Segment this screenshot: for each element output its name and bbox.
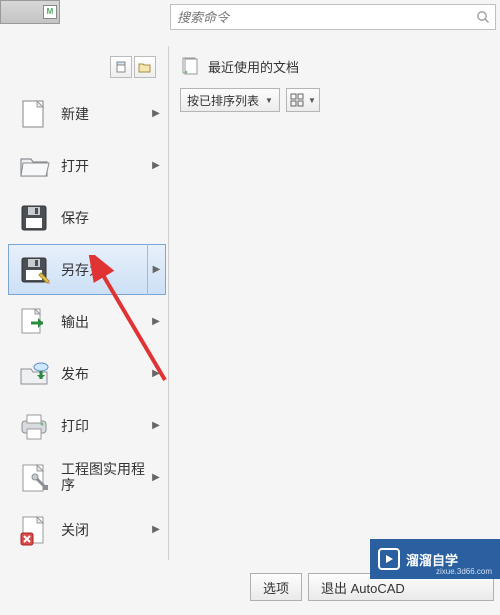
- recent-documents-panel: 最近使用的文档 按已排序列表 ▼ ▼: [180, 56, 494, 112]
- submenu-arrow-icon: [147, 192, 165, 243]
- submenu-arrow-icon: ▶: [147, 88, 165, 139]
- sort-label: 按已排序列表: [187, 92, 259, 109]
- menu-new[interactable]: 新建 ▶: [8, 88, 166, 139]
- save-icon: [15, 199, 53, 237]
- sort-dropdown[interactable]: 按已排序列表 ▼: [180, 88, 280, 112]
- publish-icon: [15, 355, 53, 393]
- m-indicator: M: [43, 5, 57, 19]
- menu-print[interactable]: 打印 ▶: [8, 400, 166, 451]
- menu-label: 工程图实用程序: [61, 462, 147, 493]
- menu-label: 打印: [61, 416, 147, 436]
- submenu-arrow-icon: ▶: [147, 400, 165, 451]
- drawing-utilities-icon: [15, 459, 53, 497]
- menu-label: 关闭: [61, 520, 147, 540]
- grid-view-icon: [290, 93, 304, 107]
- pin-document-button[interactable]: [110, 56, 132, 78]
- menu-label: 另存为: [61, 260, 147, 280]
- watermark-subtitle: zixue.3d66.com: [436, 567, 492, 576]
- watermark-badge: 溜溜自学 zixue.3d66.com: [370, 539, 500, 579]
- view-mode-dropdown[interactable]: ▼: [286, 88, 320, 112]
- watermark-title: 溜溜自学: [406, 550, 458, 569]
- search-input[interactable]: [171, 10, 471, 25]
- menu-label: 输出: [61, 312, 147, 332]
- submenu-arrow-icon: ▶: [147, 140, 165, 191]
- app-menu: 新建 ▶ 打开 ▶ 保存 另存为 ▶ 输出 ▶ 发布 ▶: [8, 88, 166, 556]
- quick-access-icons: [110, 56, 156, 78]
- open-folder-icon: [15, 147, 53, 185]
- save-as-icon: [15, 251, 53, 289]
- panel-divider: [168, 46, 169, 560]
- submenu-arrow-icon: ▶: [147, 452, 165, 503]
- window-titlebar-fragment: M: [0, 0, 60, 24]
- options-label: 选项: [263, 578, 289, 597]
- chevron-down-icon: ▼: [265, 96, 273, 105]
- sort-controls: 按已排序列表 ▼ ▼: [180, 88, 494, 112]
- menu-publish[interactable]: 发布 ▶: [8, 348, 166, 399]
- options-button[interactable]: 选项: [250, 573, 302, 601]
- search-bar[interactable]: [170, 4, 496, 30]
- open-folder-button[interactable]: [134, 56, 156, 78]
- submenu-arrow-icon: ▶: [147, 504, 165, 555]
- print-icon: [15, 407, 53, 445]
- menu-export[interactable]: 输出 ▶: [8, 296, 166, 347]
- recent-documents-label: 最近使用的文档: [208, 57, 299, 76]
- export-icon: [15, 303, 53, 341]
- new-document-icon: [15, 95, 53, 133]
- menu-open[interactable]: 打开 ▶: [8, 140, 166, 191]
- chevron-down-icon: ▼: [308, 96, 316, 105]
- menu-close[interactable]: 关闭 ▶: [8, 504, 166, 555]
- search-icon[interactable]: [471, 5, 495, 29]
- submenu-arrow-icon: ▶: [147, 244, 165, 295]
- submenu-arrow-icon: ▶: [147, 348, 165, 399]
- menu-save-as[interactable]: 另存为 ▶: [8, 244, 166, 295]
- menu-label: 发布: [61, 364, 147, 384]
- close-document-icon: [15, 511, 53, 549]
- submenu-arrow-icon: ▶: [147, 296, 165, 347]
- recent-documents-icon: [180, 56, 200, 76]
- menu-drawing-utilities[interactable]: 工程图实用程序 ▶: [8, 452, 166, 503]
- play-icon: [378, 548, 400, 570]
- menu-label: 新建: [61, 104, 147, 124]
- recent-documents-header: 最近使用的文档: [180, 56, 494, 76]
- menu-label: 保存: [61, 208, 147, 228]
- menu-save[interactable]: 保存: [8, 192, 166, 243]
- menu-label: 打开: [61, 156, 147, 176]
- exit-label: 退出 AutoCAD: [321, 578, 405, 597]
